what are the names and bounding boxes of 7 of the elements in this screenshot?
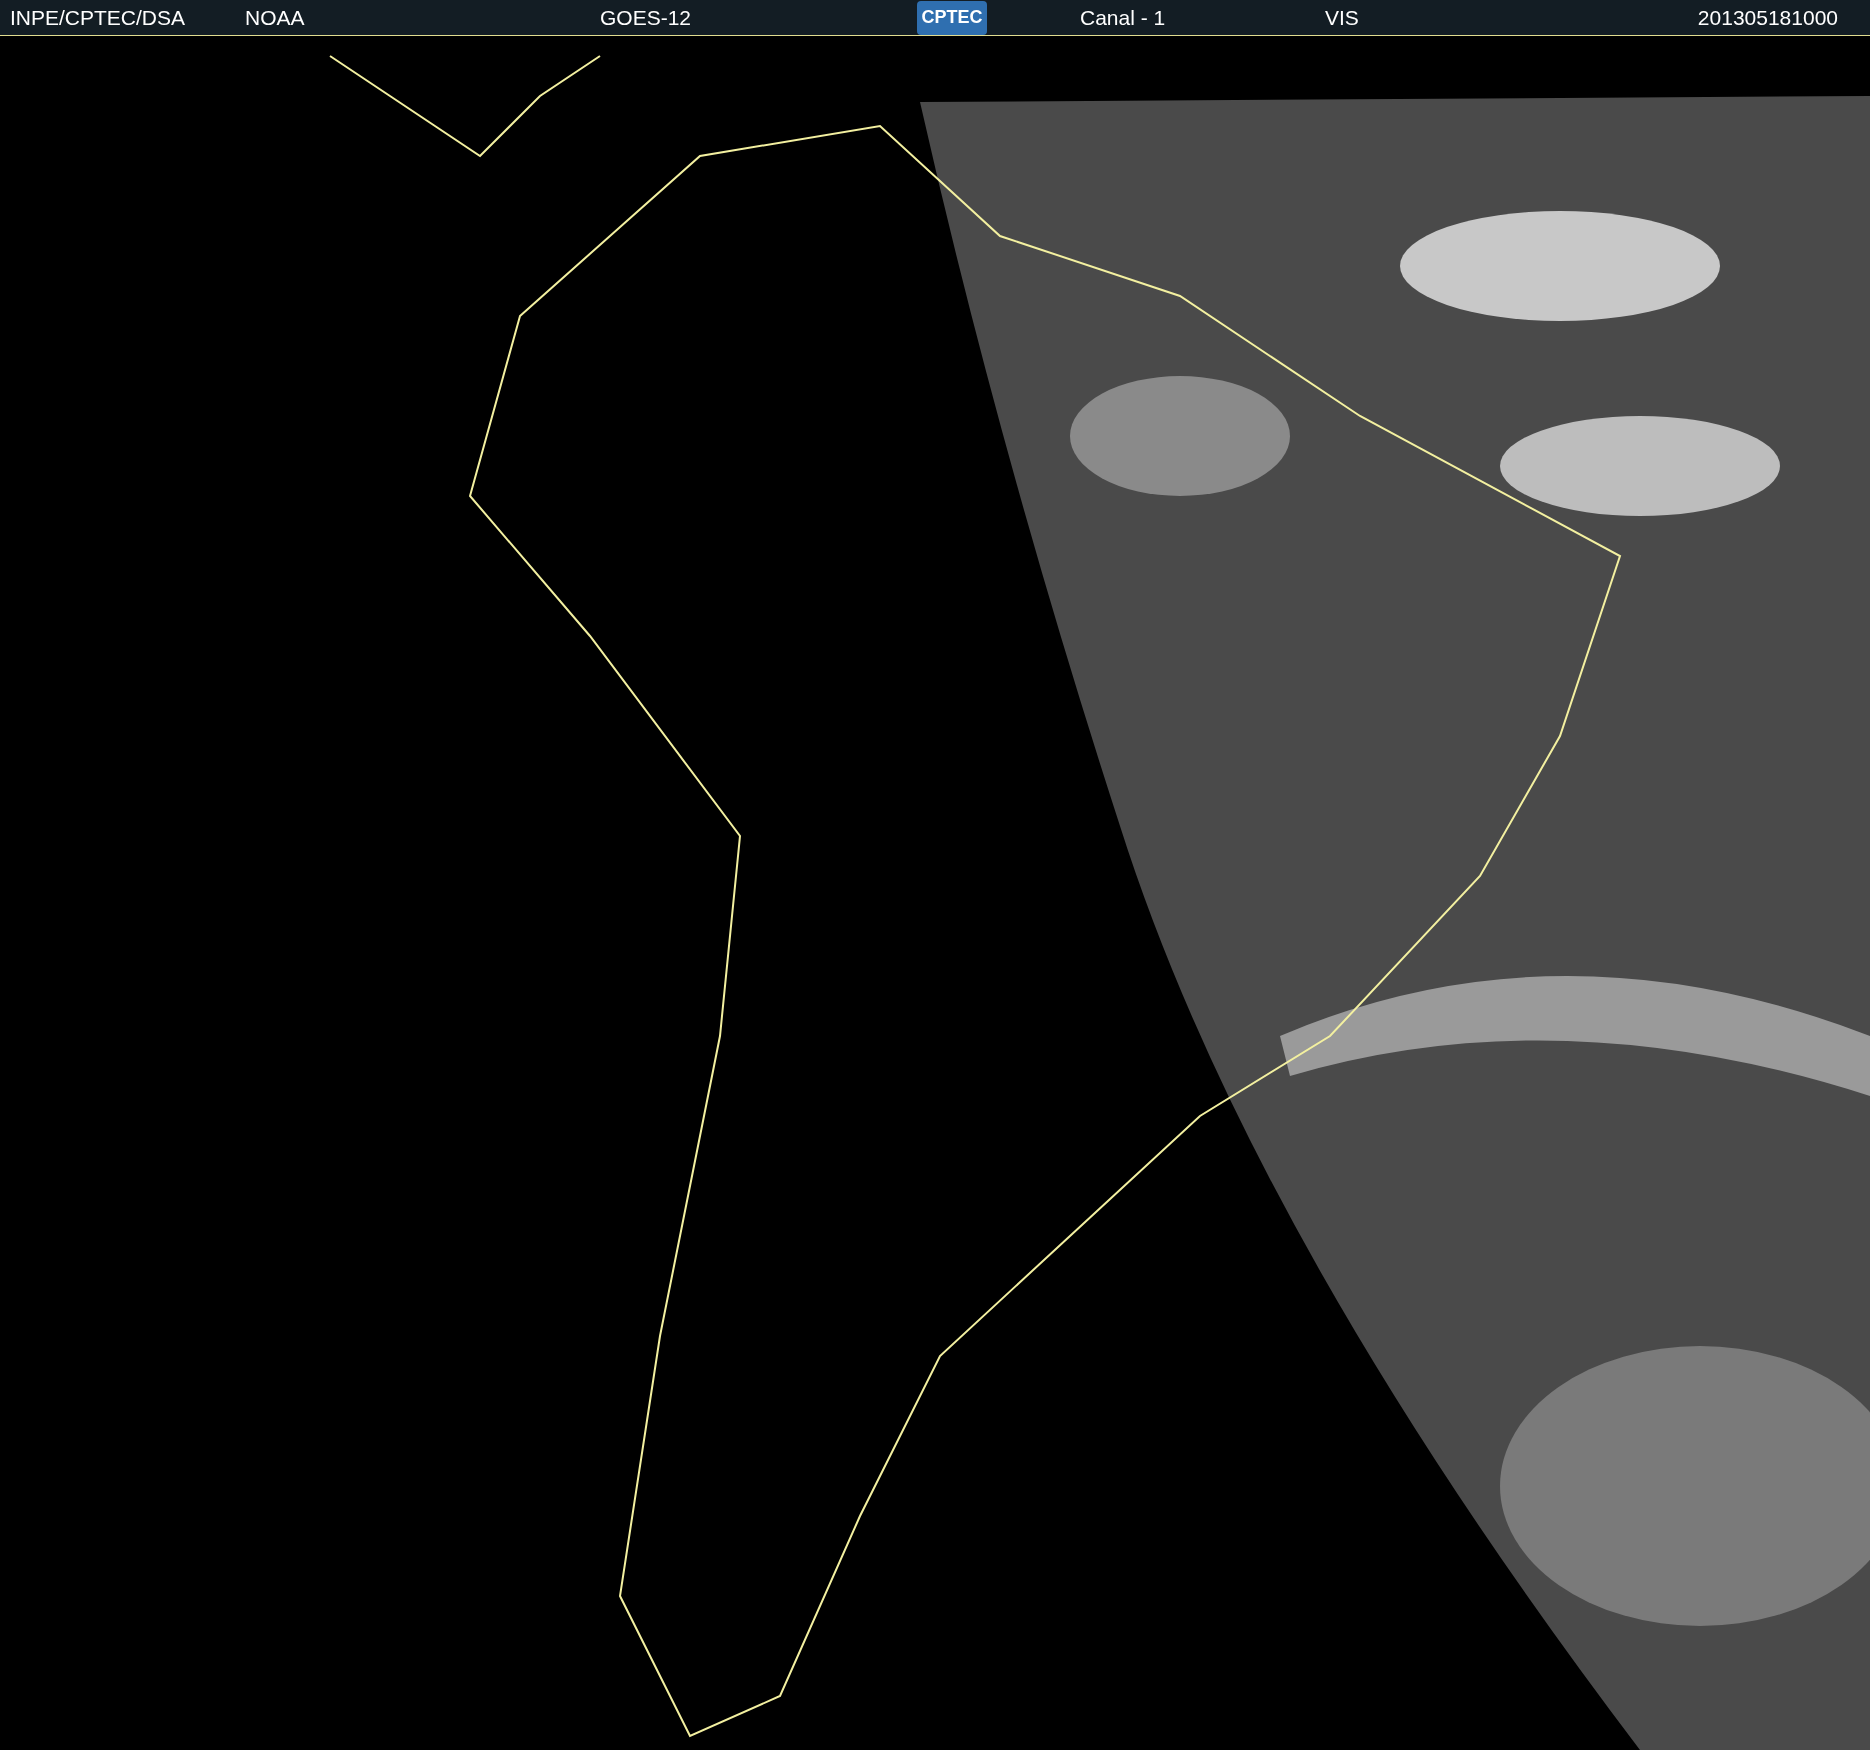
channel-label: Canal - 1 (1080, 4, 1167, 31)
band-label: VIS (1325, 4, 1359, 31)
source-label: INPE/CPTEC/DSA (10, 4, 187, 31)
satellite-label: GOES-12 (600, 4, 693, 31)
agency-label: NOAA (245, 4, 306, 31)
logo: CPTEC (917, 0, 987, 35)
timestamp-label: 201305181000 (1697, 4, 1838, 31)
